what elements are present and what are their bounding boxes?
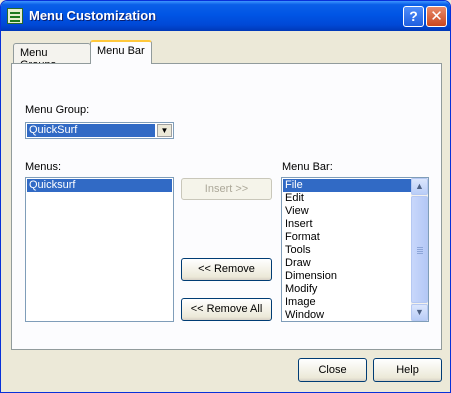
window-title: Menu Customization xyxy=(29,8,157,23)
list-item[interactable]: Image xyxy=(283,296,411,309)
menu-group-label: Menu Group: xyxy=(25,104,90,116)
list-item[interactable]: Insert xyxy=(283,218,411,231)
list-item[interactable]: Format xyxy=(283,231,411,244)
list-item[interactable]: Quicksurf xyxy=(27,179,172,192)
scroll-up-icon[interactable]: ▲ xyxy=(411,178,428,195)
menu-customization-dialog: Menu Customization ? ✕ Menu Groups Menu … xyxy=(0,0,451,393)
menus-label: Menus: xyxy=(25,161,62,173)
tab-menu-bar[interactable]: Menu Bar xyxy=(90,40,152,64)
list-item[interactable]: Window xyxy=(283,309,411,321)
help-button[interactable]: Help xyxy=(373,358,442,382)
list-item[interactable]: Dimension xyxy=(283,270,411,283)
list-item[interactable]: Tools xyxy=(283,244,411,257)
menu-bar-list[interactable]: File Edit View Insert Format Tools Draw … xyxy=(281,177,429,322)
close-title-button[interactable]: ✕ xyxy=(426,6,447,27)
scroll-thumb[interactable] xyxy=(411,196,428,303)
menu-group-value: QuickSurf xyxy=(27,124,155,137)
title-bar[interactable]: Menu Customization ? ✕ xyxy=(1,1,450,31)
list-item[interactable]: Edit xyxy=(283,192,411,205)
close-button[interactable]: Close xyxy=(298,358,367,382)
list-item[interactable]: View xyxy=(283,205,411,218)
app-icon xyxy=(7,8,23,24)
menu-bar-scrollbar[interactable]: ▲ ▼ xyxy=(411,178,428,321)
help-title-button[interactable]: ? xyxy=(403,6,424,27)
menu-group-dropdown[interactable]: QuickSurf ▼ xyxy=(25,122,174,139)
tab-menu-bar-label: Menu Bar xyxy=(97,45,145,57)
chevron-down-icon[interactable]: ▼ xyxy=(157,124,172,137)
remove-button[interactable]: << Remove xyxy=(181,258,272,281)
insert-button[interactable]: Insert >> xyxy=(181,178,272,200)
menus-list[interactable]: Quicksurf xyxy=(25,177,174,322)
list-item[interactable]: Draw xyxy=(283,257,411,270)
tab-menu-groups[interactable]: Menu Groups xyxy=(13,43,91,71)
scroll-down-icon[interactable]: ▼ xyxy=(411,304,428,321)
list-item[interactable]: File xyxy=(283,179,411,192)
grip-icon xyxy=(417,247,423,248)
remove-all-button[interactable]: << Remove All xyxy=(181,298,272,321)
list-item[interactable]: Modify xyxy=(283,283,411,296)
menu-bar-label: Menu Bar: xyxy=(282,161,333,173)
